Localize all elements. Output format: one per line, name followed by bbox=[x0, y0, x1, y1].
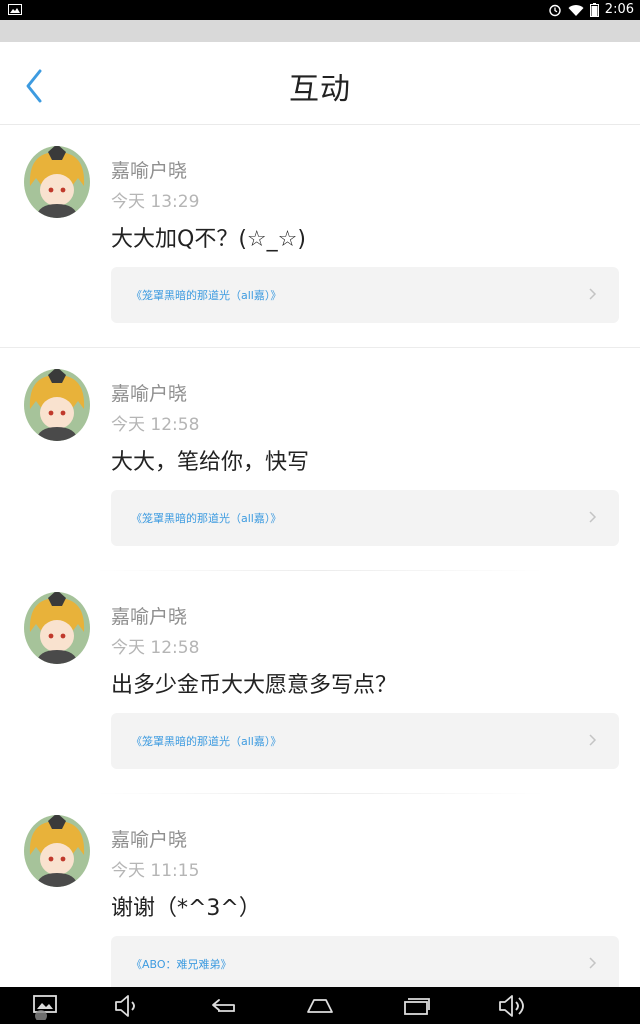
alarm-icon bbox=[549, 4, 561, 17]
message-text: 大大，笔给你，快写 bbox=[111, 450, 310, 475]
screenshot-button-icon[interactable] bbox=[30, 992, 62, 1020]
avatar[interactable] bbox=[24, 146, 90, 218]
window-strip bbox=[0, 20, 640, 42]
author-name[interactable]: 嘉喻户晓 bbox=[111, 825, 187, 852]
chevron-right-icon bbox=[589, 288, 597, 300]
story-title: 《笼罩黑暗的那道光（all嘉）》 bbox=[131, 512, 282, 525]
app-header: 互动 bbox=[0, 42, 640, 125]
chevron-right-icon bbox=[589, 957, 597, 969]
avatar[interactable] bbox=[24, 369, 90, 441]
avatar[interactable] bbox=[24, 815, 90, 887]
list-item: 嘉喻户晓 今天 12:58 大大，笔给你，快写 《笼罩黑暗的那道光（all嘉）》 bbox=[0, 348, 640, 571]
message-text: 出多少金币大大愿意多写点？ bbox=[111, 673, 398, 698]
story-title: 《ABO：难兄难弟》 bbox=[131, 958, 232, 971]
status-icons: 2:06 bbox=[548, 0, 634, 20]
clock-text: 2:06 bbox=[604, 2, 634, 17]
story-reference-card[interactable]: 《ABO：难兄难弟》 bbox=[111, 936, 619, 992]
back-nav-icon[interactable] bbox=[206, 992, 240, 1020]
anime-avatar-icon bbox=[24, 592, 90, 664]
system-navigation-bar bbox=[0, 987, 640, 1024]
volume-down-icon[interactable] bbox=[112, 992, 142, 1020]
home-nav-icon[interactable] bbox=[304, 992, 336, 1020]
message-text: 大大加Q不？(☆_☆) bbox=[111, 227, 306, 252]
wifi-icon bbox=[568, 4, 584, 16]
author-name[interactable]: 嘉喻户晓 bbox=[111, 379, 187, 406]
status-bar: 2:06 bbox=[0, 0, 640, 20]
volume-up-icon[interactable] bbox=[496, 992, 530, 1020]
anime-avatar-icon bbox=[24, 815, 90, 887]
message-text: 谢谢（*^3^） bbox=[111, 896, 261, 921]
timestamp: 今天 12:58 bbox=[111, 415, 200, 435]
avatar[interactable] bbox=[24, 592, 90, 664]
timestamp: 今天 12:58 bbox=[111, 638, 200, 658]
chevron-right-icon bbox=[589, 511, 597, 523]
list-item: 嘉喻户晓 今天 12:58 出多少金币大大愿意多写点？ 《笼罩黑暗的那道光（al… bbox=[0, 571, 640, 794]
chevron-right-icon bbox=[589, 734, 597, 746]
page-title: 互动 bbox=[289, 72, 351, 107]
list-item: 嘉喻户晓 今天 11:15 谢谢（*^3^） 《ABO：难兄难弟》 bbox=[0, 794, 640, 1017]
author-name[interactable]: 嘉喻户晓 bbox=[111, 156, 187, 183]
anime-avatar-icon bbox=[24, 369, 90, 441]
timestamp: 今天 13:29 bbox=[111, 192, 200, 212]
story-title: 《笼罩黑暗的那道光（all嘉）》 bbox=[131, 735, 282, 748]
screenshot-notification-icon bbox=[8, 4, 22, 15]
story-reference-card[interactable]: 《笼罩黑暗的那道光（all嘉）》 bbox=[111, 490, 619, 546]
timestamp: 今天 11:15 bbox=[111, 861, 200, 881]
anime-avatar-icon bbox=[24, 146, 90, 218]
list-item: 嘉喻户晓 今天 13:29 大大加Q不？(☆_☆) 《笼罩黑暗的那道光（all嘉… bbox=[0, 125, 640, 348]
recent-apps-icon[interactable] bbox=[400, 992, 432, 1020]
author-name[interactable]: 嘉喻户晓 bbox=[111, 602, 187, 629]
story-reference-card[interactable]: 《笼罩黑暗的那道光（all嘉）》 bbox=[111, 267, 619, 323]
interaction-feed: 嘉喻户晓 今天 13:29 大大加Q不？(☆_☆) 《笼罩黑暗的那道光（all嘉… bbox=[0, 125, 640, 1017]
battery-icon bbox=[589, 3, 599, 17]
story-title: 《笼罩黑暗的那道光（all嘉）》 bbox=[131, 289, 282, 302]
story-reference-card[interactable]: 《笼罩黑暗的那道光（all嘉）》 bbox=[111, 713, 619, 769]
